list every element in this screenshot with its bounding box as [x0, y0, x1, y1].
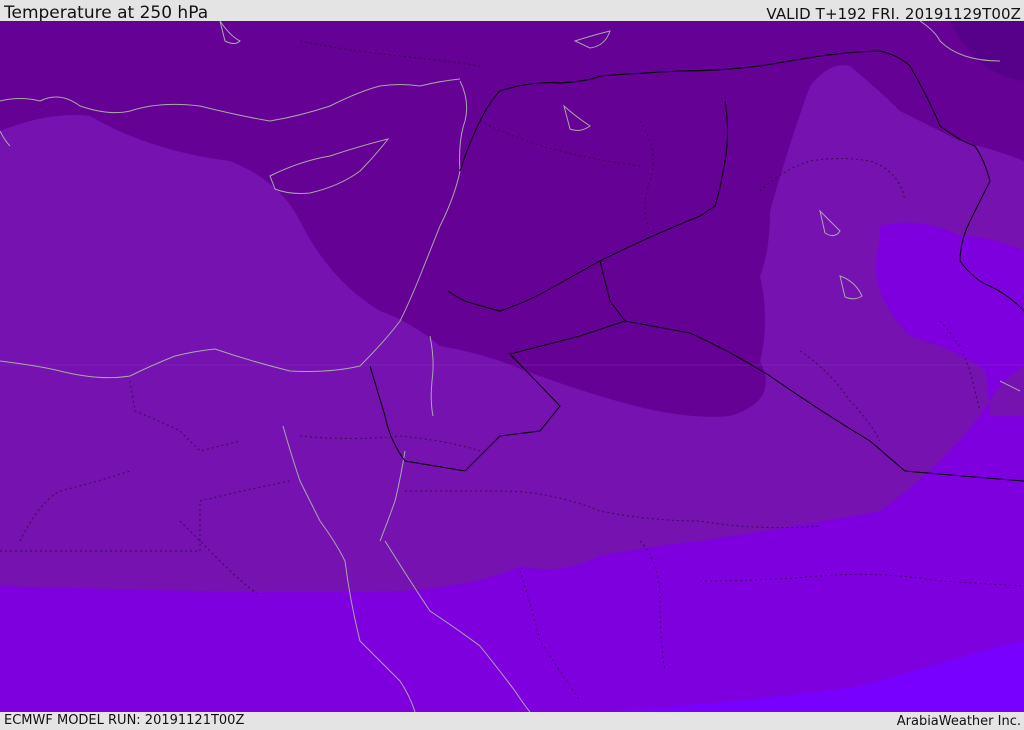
footer-bar: ECMWF MODEL RUN: 20191121T00Z ArabiaWeat…	[0, 712, 1024, 729]
map-title: Temperature at 250 hPa	[4, 3, 209, 23]
header-bar: Temperature at 250 hPa VALID T+192 FRI. …	[0, 0, 1024, 23]
weather-map[interactable]	[0, 21, 1024, 712]
model-run-label: ECMWF MODEL RUN: 20191121T00Z	[4, 713, 245, 728]
brand-label: ArabiaWeather Inc.	[896, 714, 1021, 729]
map-canvas	[0, 21, 1024, 712]
